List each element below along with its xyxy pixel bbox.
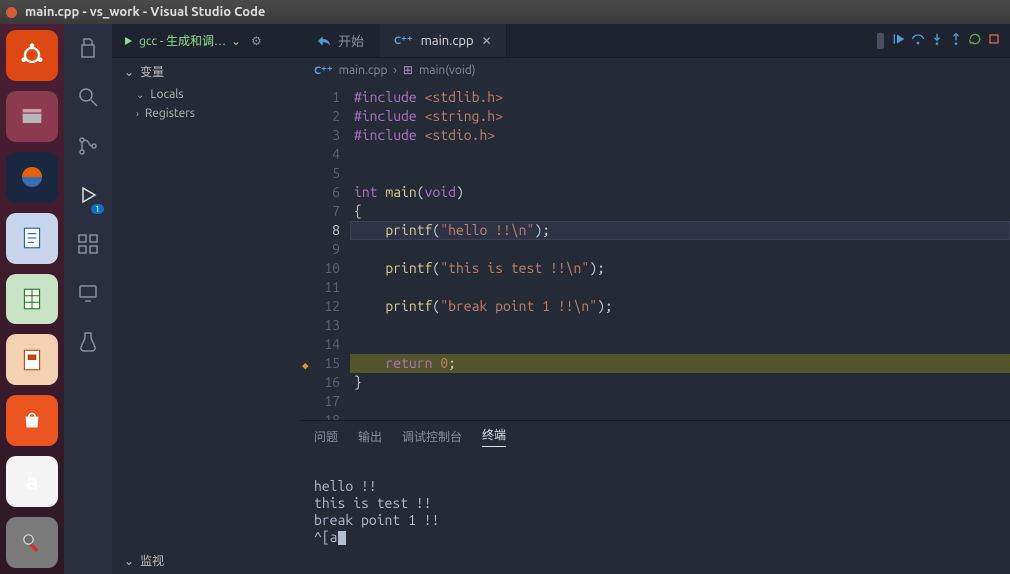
titlebar: main.cpp - vs_work - Visual Studio Code: [0, 0, 1010, 24]
line-gutter: 1234567891011121314◆15161718: [300, 82, 350, 420]
launcher-software[interactable]: [6, 395, 58, 446]
cpp-file-icon: C⁺⁺: [314, 64, 333, 77]
editor[interactable]: 1234567891011121314◆15161718 #include <s…: [300, 82, 1010, 420]
search-icon[interactable]: [76, 85, 100, 112]
activity-bar: 1: [64, 24, 112, 574]
variables-section[interactable]: 变量: [112, 58, 300, 85]
code-area[interactable]: #include <stdlib.h>#include <string.h>#i…: [350, 82, 1010, 420]
tab-problems[interactable]: 问题: [314, 428, 338, 445]
panel-tabs: 问题 输出 调试控制台 终端: [300, 421, 1010, 451]
explorer-icon[interactable]: [76, 36, 100, 63]
locals-tree[interactable]: ⌄Locals: [112, 85, 300, 104]
scm-icon[interactable]: [76, 134, 100, 161]
continue-icon[interactable]: [891, 31, 907, 50]
launcher-dash[interactable]: [6, 30, 58, 81]
symbol-icon: ⊞: [403, 63, 413, 77]
tab-terminal[interactable]: 终端: [482, 426, 506, 447]
launcher-writer[interactable]: [6, 213, 58, 264]
launcher-impress[interactable]: [6, 334, 58, 385]
registers-tree[interactable]: ›Registers: [112, 104, 300, 123]
chevron-down-icon: ⌄: [136, 89, 144, 101]
gear-icon[interactable]: ⚙: [251, 34, 262, 48]
watch-section[interactable]: 监视: [112, 547, 300, 574]
close-icon[interactable]: ✕: [482, 34, 492, 48]
tab-bar: 开始 C⁺⁺ main.cpp ✕: [300, 24, 1010, 58]
debug-top-strip: gcc - 生成和调… ⌄ ⚙: [112, 24, 300, 58]
launcher-settings[interactable]: [6, 517, 58, 568]
debug-side-panel: gcc - 生成和调… ⌄ ⚙ 变量 ⌄Locals ›Registers 监视: [112, 24, 300, 574]
tab-main-cpp[interactable]: C⁺⁺ main.cpp ✕: [380, 24, 507, 57]
chevron-right-icon: ›: [394, 64, 397, 77]
cpp-file-icon: C⁺⁺: [394, 34, 413, 47]
start-tab[interactable]: 开始: [300, 24, 380, 57]
extensions-icon[interactable]: [76, 232, 100, 259]
bottom-panel: 问题 输出 调试控制台 终端 hello !!this is test !!br…: [300, 420, 1010, 574]
launcher-amazon[interactable]: a: [6, 456, 58, 507]
tab-output[interactable]: 输出: [358, 428, 382, 445]
remote-icon[interactable]: [76, 281, 100, 308]
step-out-icon[interactable]: [948, 31, 964, 50]
chevron-down-icon: ⌄: [231, 34, 241, 48]
drag-handle-icon[interactable]: [877, 33, 884, 49]
debug-toolbar: [869, 24, 1010, 57]
tab-debug-console[interactable]: 调试控制台: [402, 428, 462, 445]
test-icon[interactable]: [76, 330, 100, 357]
launcher-files[interactable]: [6, 91, 58, 142]
step-over-icon[interactable]: [910, 31, 926, 50]
chevron-right-icon: ›: [136, 108, 139, 119]
launcher-calc[interactable]: [6, 274, 58, 325]
breadcrumb[interactable]: C⁺⁺ main.cpp › ⊞ main(void): [300, 58, 1010, 82]
window-title: main.cpp - vs_work - Visual Studio Code: [25, 5, 265, 19]
ubuntu-launcher: a: [0, 24, 64, 574]
restart-icon[interactable]: [967, 31, 983, 50]
stop-icon[interactable]: [986, 31, 1002, 50]
debug-icon[interactable]: 1: [76, 183, 100, 210]
step-into-icon[interactable]: [929, 31, 945, 50]
close-window-icon[interactable]: [6, 7, 17, 18]
terminal[interactable]: hello !!this is test !!break point 1 !!^…: [300, 451, 1010, 574]
run-config[interactable]: gcc - 生成和调… ⌄: [122, 32, 241, 49]
launcher-firefox[interactable]: [6, 152, 58, 203]
